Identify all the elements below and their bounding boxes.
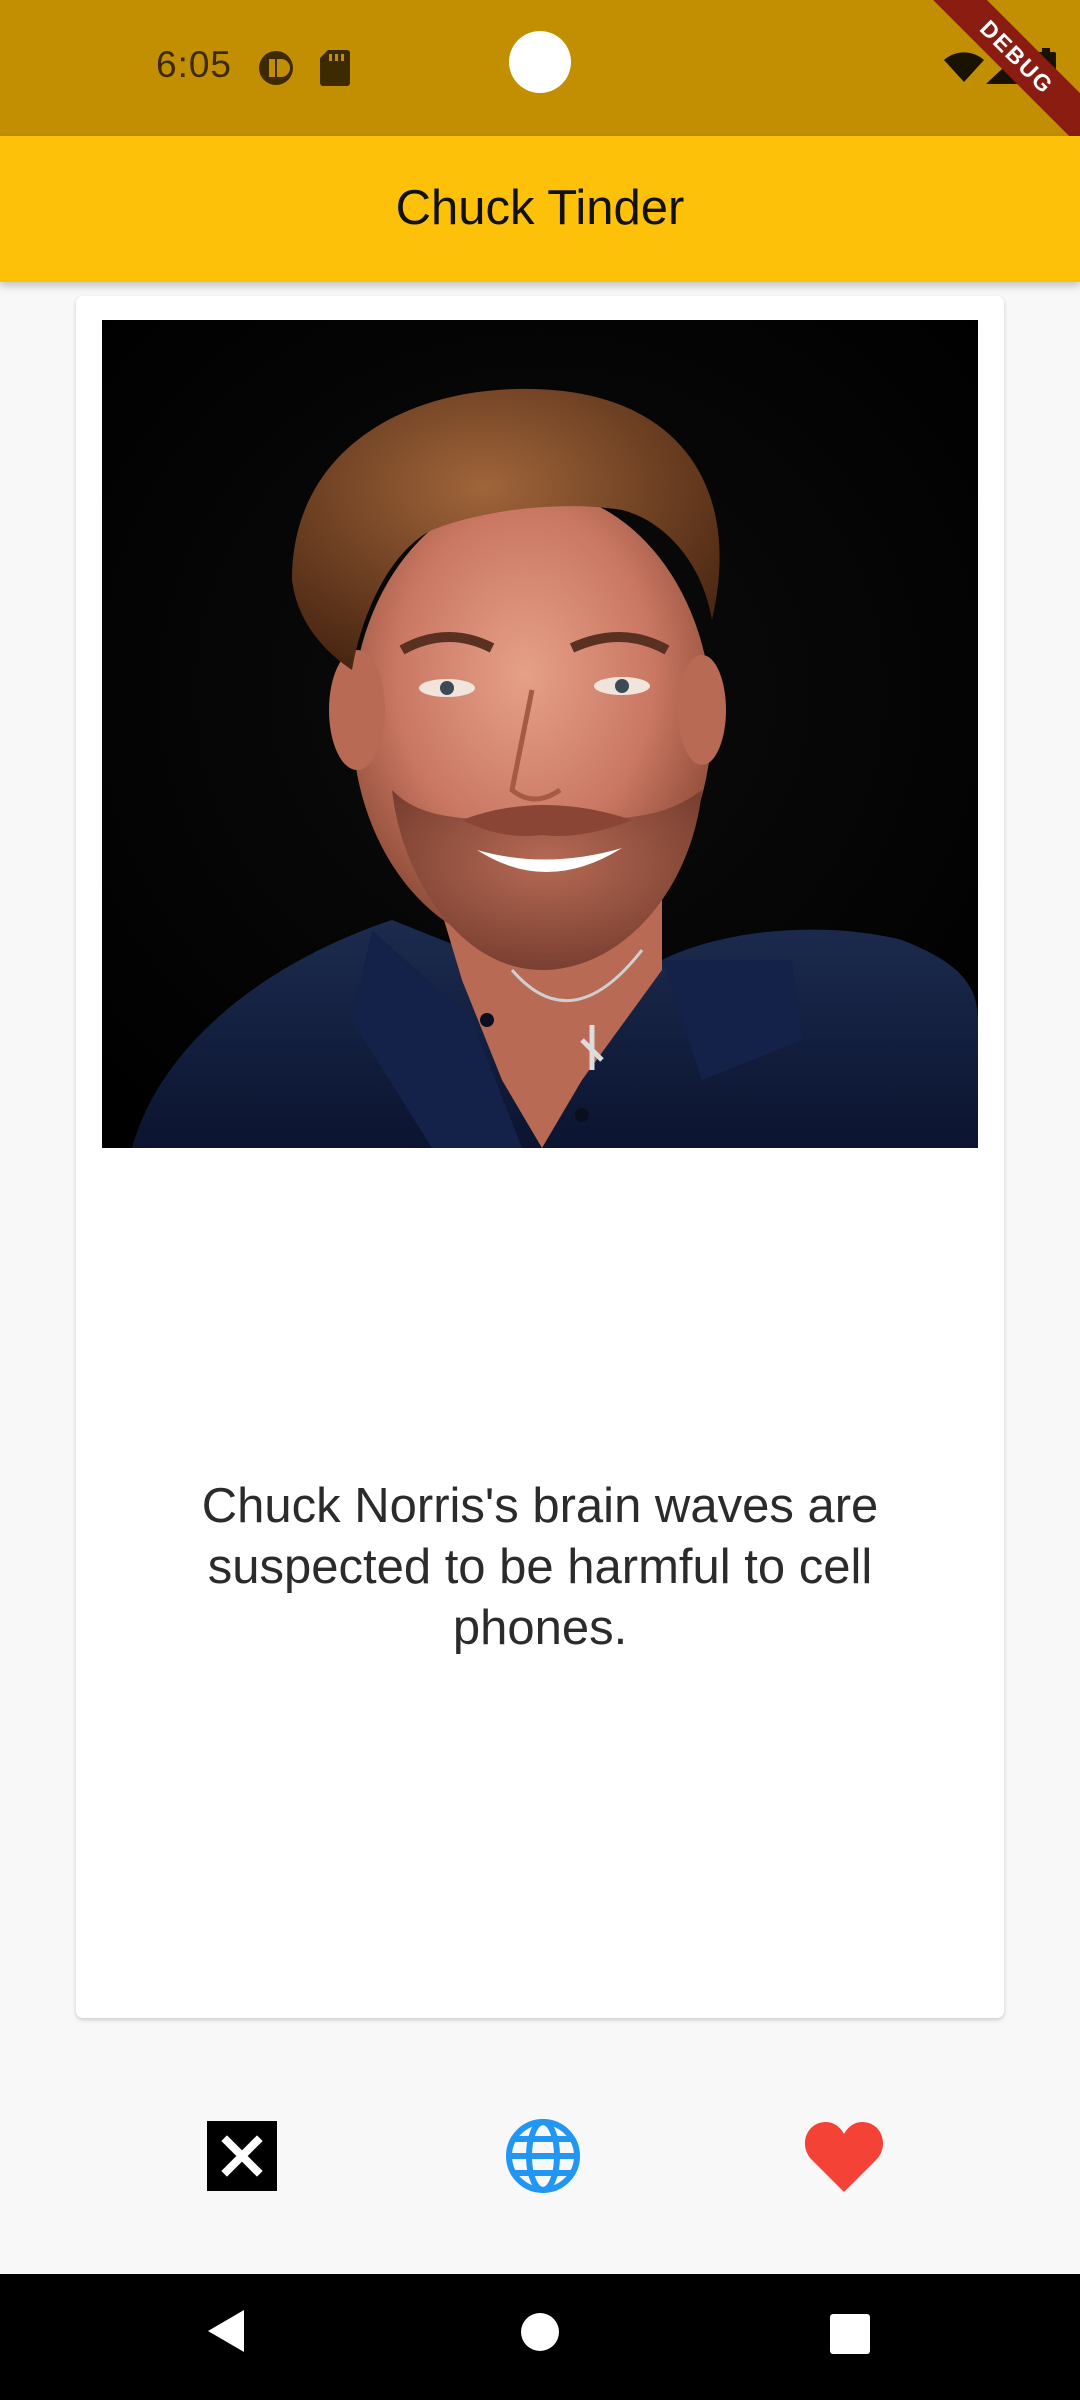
recents-icon[interactable]: [830, 2314, 870, 2359]
pause-circle-icon: [258, 50, 294, 91]
home-icon[interactable]: [520, 2312, 560, 2357]
back-icon[interactable]: [204, 2308, 246, 2359]
app-bar: Chuck Tinder: [0, 136, 1080, 282]
sd-card-icon: [320, 50, 350, 91]
like-button[interactable]: [804, 2118, 884, 2198]
chuck-norris-photo: [102, 320, 978, 1148]
heart-icon: [804, 2120, 884, 2197]
joke-card[interactable]: Chuck Norris's brain waves are suspected…: [76, 296, 1004, 2018]
status-time: 6:05: [156, 44, 233, 85]
camera-cutout: [509, 31, 571, 93]
system-nav-bar: [0, 2274, 1080, 2400]
joke-text: Chuck Norris's brain waves are suspected…: [201, 1479, 879, 1655]
wifi-icon: [944, 52, 984, 87]
status-bar: 6:05 DEBUG: [0, 0, 1080, 152]
close-box-icon: [207, 2120, 277, 2196]
dislike-button[interactable]: [202, 2118, 282, 2198]
screen: 6:05 DEBUG Chuck Tinder Chuck Norris's b…: [0, 0, 1080, 2400]
globe-icon: [504, 2117, 582, 2200]
open-web-button[interactable]: [503, 2118, 583, 2198]
app-title: Chuck Tinder: [395, 181, 685, 235]
